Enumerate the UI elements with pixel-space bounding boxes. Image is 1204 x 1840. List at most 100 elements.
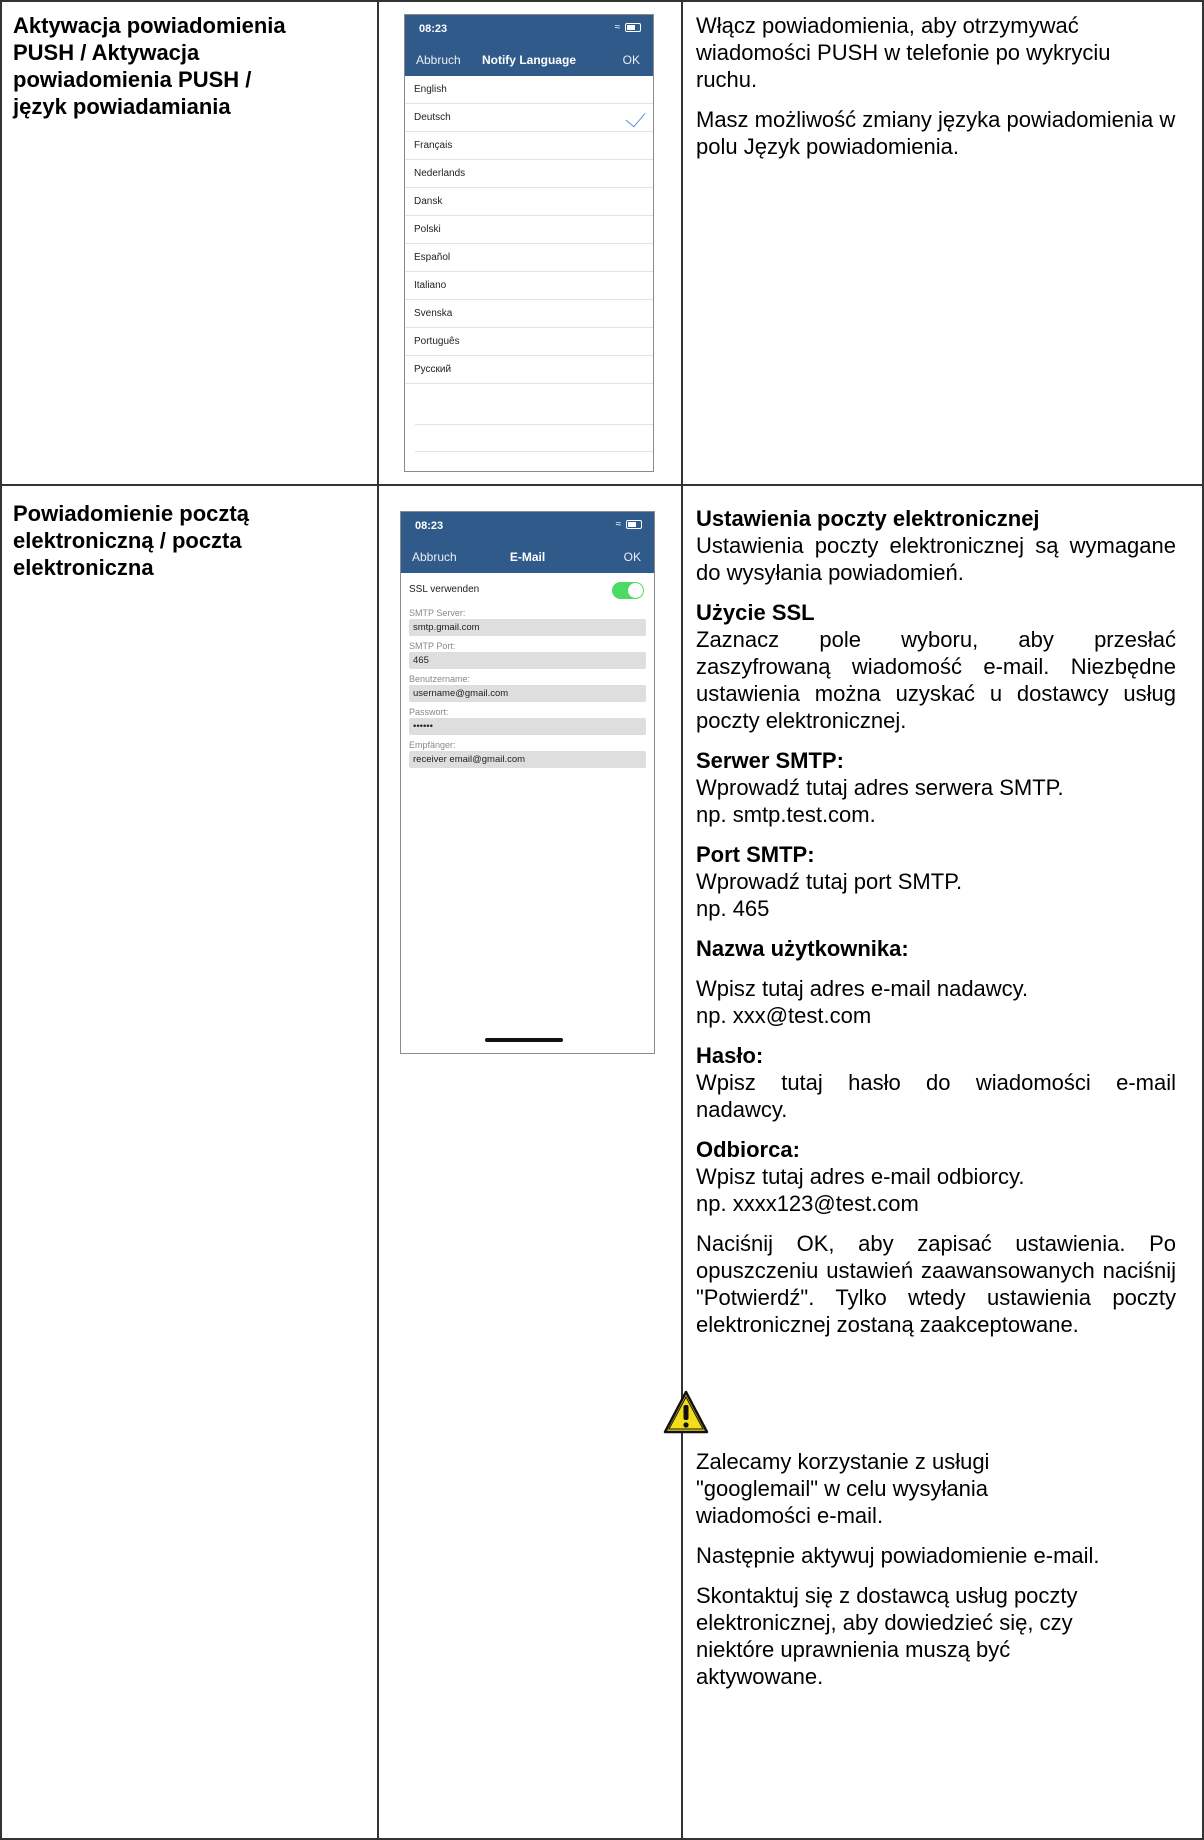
- status-icons: ≈: [616, 519, 642, 530]
- ssl-toggle[interactable]: [612, 582, 644, 599]
- ok-button[interactable]: OK: [624, 550, 641, 564]
- description-section: Naciśnij OK, aby zapisać ustawienia. Po …: [696, 1230, 1176, 1338]
- table-border-top: [0, 0, 1204, 2]
- language-item[interactable]: Deutsch: [405, 104, 653, 132]
- empty-row: [415, 425, 653, 452]
- language-item[interactable]: Français: [405, 132, 653, 160]
- battery-icon: [625, 22, 641, 32]
- language-item[interactable]: Polski: [405, 216, 653, 244]
- phone-screenshot-language: 08:23 ≈ Abbruch Notify Language OK Engli…: [404, 14, 654, 472]
- description-section: Odbiorca: Wpisz tutaj adres e-mail odbior…: [696, 1136, 1176, 1217]
- language-label: Italiano: [414, 280, 447, 291]
- nav-title: E-Mail: [509, 550, 546, 564]
- language-label: Nederlands: [414, 168, 466, 179]
- ssl-row: SSL verwenden: [409, 577, 646, 603]
- section-text: Naciśnij OK, aby zapisać ustawienia. Po …: [696, 1231, 1176, 1337]
- section-text: Wprowadź tutaj adres serwera SMTP. np. s…: [696, 775, 1064, 827]
- warning-notes: Zalecamy korzystanie z usługi "googlemai…: [696, 1448, 1176, 1703]
- field-input[interactable]: 465: [409, 652, 646, 669]
- note-paragraph: Skontaktuj się z dostawcą usług poczty e…: [696, 1583, 1078, 1689]
- column-divider-2: [681, 0, 683, 1840]
- row-label-push: Aktywacja powiadomienia PUSH / Aktywacja…: [13, 13, 286, 119]
- section-text: Zaznacz pole wyboru, aby przesłać zaszyf…: [696, 627, 1176, 733]
- section-heading: Serwer SMTP:: [696, 748, 844, 773]
- field-input[interactable]: smtp.gmail.com: [409, 619, 646, 636]
- row-divider: [0, 484, 1204, 486]
- field-label: Passwort:: [409, 707, 449, 717]
- home-indicator: [485, 1038, 563, 1042]
- section-heading: Użycie SSL: [696, 600, 815, 625]
- warning-triangle-icon: [663, 1390, 709, 1434]
- nav-bar: Abbruch Notify Language OK: [405, 45, 653, 76]
- description-paragraph: Masz możliwość zmiany języka powiadomien…: [696, 107, 1176, 159]
- document-table: Aktywacja powiadomienia PUSH / Aktywacja…: [0, 0, 1204, 1840]
- email-form: SSL verwenden SMTP Server: smtp.gmail.com…: [401, 573, 654, 768]
- row-label-email: Powiadomienie pocztą elektroniczną / poc…: [13, 501, 249, 580]
- language-label: Español: [414, 252, 451, 263]
- language-item[interactable]: Dansk: [405, 188, 653, 216]
- language-item[interactable]: Português: [405, 328, 653, 356]
- description-section: Hasło: Wpisz tutaj hasło do wiadomości e-…: [696, 1042, 1176, 1123]
- field-label: Benutzername:: [409, 674, 471, 684]
- description-section: Serwer SMTP: Wprowadź tutaj adres serwera…: [696, 747, 1176, 828]
- nav-title: Notify Language: [481, 53, 576, 67]
- checkmark-icon: [625, 106, 646, 128]
- language-item[interactable]: English: [405, 76, 653, 104]
- language-item[interactable]: Italiano: [405, 272, 653, 300]
- language-label: English: [414, 84, 447, 95]
- status-bar: 08:23 ≈: [401, 512, 654, 542]
- row-description-email: Ustawienia poczty elektronicznej Ustawien…: [696, 505, 1176, 1351]
- status-icons: ≈: [615, 22, 641, 33]
- section-text: Wpisz tutaj adres e-mail nadawcy. np. xx…: [696, 976, 1029, 1028]
- field-input[interactable]: username@gmail.com: [409, 685, 646, 702]
- language-label: Français: [414, 140, 453, 151]
- description-section: Wpisz tutaj adres e-mail nadawcy. np. xx…: [696, 975, 1176, 1029]
- toggle-knob: [628, 583, 643, 598]
- language-item[interactable]: Nederlands: [405, 160, 653, 188]
- nav-bar: Abbruch E-Mail OK: [401, 542, 654, 573]
- status-time: 08:23: [419, 23, 448, 35]
- language-label: Dansk: [414, 196, 443, 207]
- section-text: Wpisz tutaj hasło do wiadomości e-mail n…: [696, 1070, 1176, 1122]
- column-divider-1: [377, 0, 379, 1840]
- language-list: English Deutsch Français Nederlands Dansk Pol…: [405, 76, 653, 384]
- description-section: Użycie SSL Zaznacz pole wyboru, aby przes…: [696, 599, 1176, 734]
- field-input[interactable]: ••••••: [409, 718, 646, 735]
- note-paragraph: Następnie aktywuj powiadomienie e-mail.: [696, 1543, 1100, 1568]
- language-label: Português: [414, 336, 460, 347]
- section-heading: Nazwa użytkownika:: [696, 936, 909, 961]
- description-paragraph: Włącz powiadomienia, aby otrzymywać wiad…: [696, 13, 1111, 92]
- status-bar: 08:23 ≈: [405, 15, 653, 45]
- language-label: Polski: [414, 224, 441, 235]
- language-item[interactable]: Español: [405, 244, 653, 272]
- row-description-push: Włącz powiadomienia, aby otrzymywać wiad…: [696, 12, 1176, 173]
- wifi-icon: ≈: [615, 519, 623, 530]
- description-section: Nazwa użytkownika:: [696, 935, 1176, 962]
- battery-icon: [626, 519, 642, 529]
- empty-row: [415, 398, 653, 425]
- phone-screenshot-email: 08:23 ≈ Abbruch E-Mail OK SSL verwenden …: [400, 511, 655, 1054]
- section-heading: Odbiorca:: [696, 1137, 800, 1162]
- language-item[interactable]: Svenska: [405, 300, 653, 328]
- wifi-icon: ≈: [614, 22, 622, 33]
- section-text: Wpisz tutaj adres e-mail odbiorcy. np. x…: [696, 1164, 1025, 1216]
- section-heading: Hasło:: [696, 1043, 764, 1068]
- section-text: Ustawienia poczty elektronicznej są wyma…: [696, 533, 1176, 585]
- field-input[interactable]: receiver email@gmail.com: [409, 751, 646, 768]
- table-border-left: [0, 0, 2, 1840]
- section-heading: Port SMTP:: [696, 842, 815, 867]
- section-text: Wprowadź tutaj port SMTP. np. 465: [696, 869, 963, 921]
- field-label: SMTP Port:: [409, 641, 456, 651]
- ok-button[interactable]: OK: [623, 53, 640, 67]
- language-label: Deutsch: [414, 112, 451, 123]
- description-section: Ustawienia poczty elektronicznej Ustawien…: [696, 505, 1176, 586]
- note-paragraph: Zalecamy korzystanie z usługi "googlemai…: [696, 1449, 990, 1528]
- ssl-label: SSL verwenden: [409, 584, 480, 595]
- language-label: Svenska: [414, 308, 453, 319]
- field-label: SMTP Server:: [409, 608, 466, 618]
- email-fields: SMTP Server: smtp.gmail.com SMTP Port: 465 B…: [409, 608, 646, 768]
- language-label: Русский: [414, 364, 452, 375]
- language-item[interactable]: Русский: [405, 356, 653, 384]
- status-time: 08:23: [415, 520, 444, 532]
- field-label: Empfänger:: [409, 740, 456, 750]
